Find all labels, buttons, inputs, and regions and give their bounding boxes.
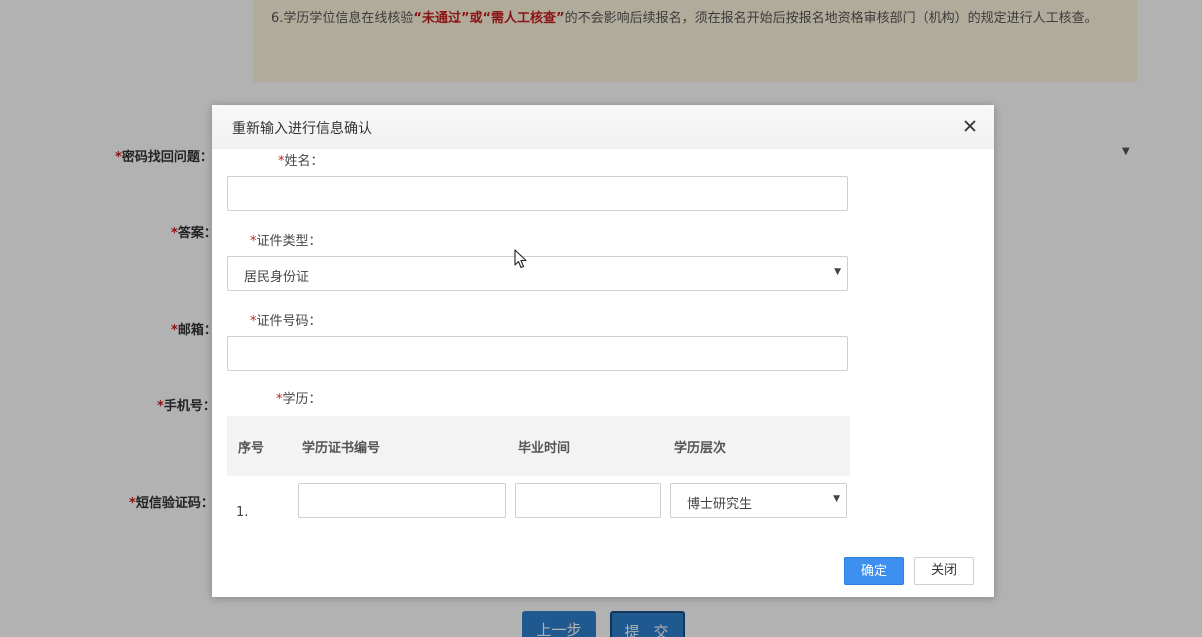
edu-level-value: 博士研究生 <box>687 497 753 512</box>
dialog-title: 重新输入进行信息确认 <box>232 121 372 137</box>
cert-no-input[interactable] <box>298 483 506 518</box>
name-label: *姓名： <box>278 154 324 169</box>
id-type-label: *证件类型： <box>250 234 322 249</box>
confirm-button[interactable]: 确定 <box>844 557 904 585</box>
col-level-header: 学历层次 <box>674 441 727 456</box>
name-input[interactable] <box>227 176 848 211</box>
chevron-down-icon: ▼ <box>834 267 841 277</box>
id-number-label: *证件号码： <box>250 314 322 329</box>
id-number-input[interactable] <box>227 336 848 371</box>
mouse-cursor-icon <box>514 249 527 269</box>
col-cert-no-header: 学历证书编号 <box>302 441 381 456</box>
education-table: 序号 学历证书编号 毕业时间 学历层次 1. 博士研究生 ▼ <box>227 416 850 524</box>
col-grad-date-header: 毕业时间 <box>518 441 571 456</box>
id-type-select[interactable]: 居民身份证 ▼ <box>227 256 848 291</box>
dialog-header: 重新输入进行信息确认 <box>212 105 994 149</box>
row-index: 1. <box>236 505 249 520</box>
close-icon[interactable] <box>960 116 980 136</box>
id-type-value: 居民身份证 <box>244 270 310 285</box>
chevron-down-icon: ▼ <box>833 494 840 504</box>
education-label: *学历： <box>276 392 322 407</box>
col-index-header: 序号 <box>238 441 265 456</box>
confirm-info-dialog: 重新输入进行信息确认 *姓名： *证件类型： 居民身份证 ▼ *证件号码： *学… <box>212 105 994 597</box>
grad-date-input[interactable] <box>515 483 661 518</box>
close-button[interactable]: 关闭 <box>914 557 974 585</box>
education-table-header: 序号 学历证书编号 毕业时间 学历层次 <box>227 416 850 476</box>
edu-level-select[interactable]: 博士研究生 ▼ <box>670 483 847 518</box>
